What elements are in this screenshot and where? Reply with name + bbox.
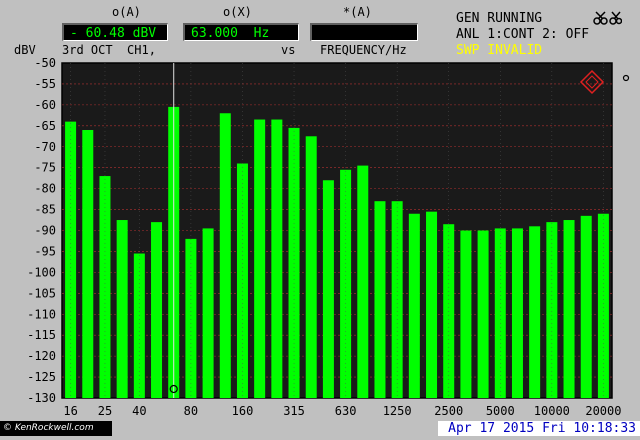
y-tick-label: -100 <box>27 265 56 279</box>
y-tick-label: -80 <box>34 182 56 196</box>
x-tick-label: 5000 <box>486 404 515 418</box>
x-tick-label: 10000 <box>534 404 570 418</box>
y-tick-label: -50 <box>34 56 56 70</box>
bar-8000 <box>529 226 541 398</box>
bar-500 <box>322 180 334 398</box>
x-tick-label: 25 <box>98 404 112 418</box>
bar-20000 <box>597 213 609 398</box>
y-tick-label: -115 <box>27 328 56 342</box>
x-tick-label: 160 <box>232 404 254 418</box>
bar-31.5 <box>116 220 128 398</box>
y-tick-label: -70 <box>34 140 56 154</box>
y-tick-label: -95 <box>34 244 56 258</box>
bar-200 <box>254 119 266 398</box>
bar-50 <box>151 222 163 398</box>
bar-16000 <box>580 215 592 398</box>
y-tick-label: -130 <box>27 391 56 405</box>
watermark: © KenRockwell.com <box>0 421 112 436</box>
x-tick-label: 20000 <box>585 404 621 418</box>
x-tick-label: 315 <box>283 404 305 418</box>
bar-4000 <box>477 230 489 398</box>
bar-2000 <box>426 211 438 398</box>
y-tick-label: -55 <box>34 77 56 91</box>
bar-80 <box>185 238 197 398</box>
x-tick-label: 80 <box>184 404 198 418</box>
y-tick-label: -120 <box>27 349 56 363</box>
bar-20 <box>82 130 94 398</box>
y-tick-label: -105 <box>27 286 56 300</box>
bar-400 <box>305 136 317 398</box>
bar-800 <box>357 165 369 398</box>
date-time: Apr 17 2015 Fri 10:18:33 <box>438 421 640 436</box>
y-tick-label: -90 <box>34 224 56 238</box>
x-tick-label: 16 <box>63 404 77 418</box>
bar-125 <box>219 113 231 398</box>
y-tick-label: -110 <box>27 307 56 321</box>
bar-160 <box>236 163 248 398</box>
y-tick-label: -85 <box>34 203 56 217</box>
x-tick-label: 1250 <box>383 404 412 418</box>
bar-315 <box>288 127 300 398</box>
bar-100 <box>202 228 214 398</box>
bar-1600 <box>408 213 420 398</box>
x-tick-label: 40 <box>132 404 146 418</box>
y-tick-label: -125 <box>27 370 56 384</box>
bar-3150 <box>460 230 472 398</box>
y-tick-label: -65 <box>34 119 56 133</box>
bar-1000 <box>374 201 386 398</box>
bar-5000 <box>494 228 506 398</box>
x-tick-label: 630 <box>335 404 357 418</box>
bar-12500 <box>563 220 575 398</box>
bar-250 <box>271 119 283 398</box>
bar-6300 <box>511 228 523 398</box>
y-tick-label: -60 <box>34 98 56 112</box>
spectrum-chart: -50 -55 -60 -65 -70 -75 -80 -85 -90 -95 -100 -105 -1… <box>0 0 640 436</box>
y-tick-label: -75 <box>34 161 56 175</box>
x-tick-label: 2500 <box>434 404 463 418</box>
